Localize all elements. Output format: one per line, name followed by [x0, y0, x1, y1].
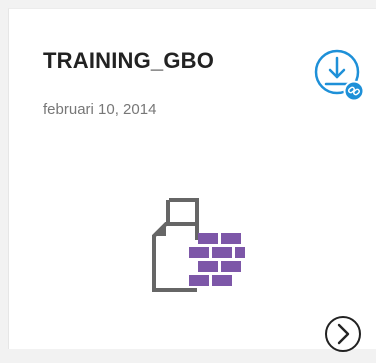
card-title: TRAINING_GBO: [43, 48, 215, 73]
card-date: februari 10, 2014: [43, 101, 157, 118]
item-card[interactable]: TRAINING_GBO februari 10, 2014: [8, 8, 376, 352]
database-file-icon: [149, 194, 264, 294]
download-link-icon[interactable]: [309, 44, 376, 116]
chevron-right-circle-icon[interactable]: [323, 314, 367, 358]
